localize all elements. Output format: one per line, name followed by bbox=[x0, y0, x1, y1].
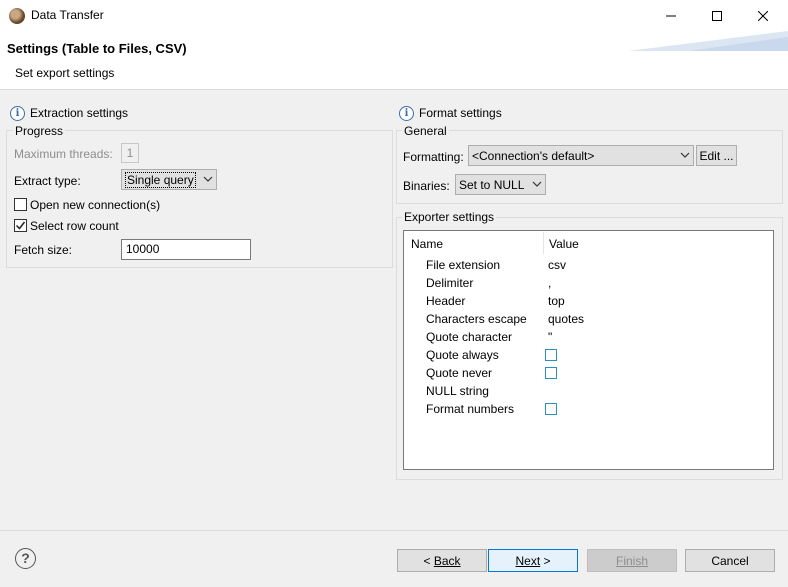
table-row[interactable]: Characters escape quotes bbox=[404, 312, 773, 330]
extract-type-label: Extract type: bbox=[14, 174, 81, 188]
open-new-connection-label: Open new connection(s) bbox=[30, 198, 161, 212]
max-threads-label: Maximum threads: bbox=[14, 147, 113, 161]
progress-group-label: Progress bbox=[13, 124, 66, 138]
page-subtitle: Set export settings bbox=[15, 66, 115, 80]
maximize-button[interactable] bbox=[694, 0, 740, 31]
help-button[interactable]: ? bbox=[15, 548, 36, 569]
next-button[interactable]: Next > bbox=[488, 549, 578, 572]
binaries-label: Binaries: bbox=[403, 179, 450, 193]
property-name: NULL string bbox=[426, 384, 489, 398]
exporter-properties-table[interactable]: Name Value File extension csv Delimiter … bbox=[403, 230, 774, 470]
property-value: " bbox=[548, 330, 553, 344]
edit-button[interactable]: Edit ... bbox=[696, 145, 737, 166]
next-suffix: > bbox=[540, 553, 551, 568]
property-value: , bbox=[548, 276, 552, 290]
property-name: Header bbox=[426, 294, 466, 308]
quote-never-checkbox[interactable] bbox=[545, 367, 557, 379]
cancel-button[interactable]: Cancel bbox=[685, 549, 775, 572]
info-icon: i bbox=[10, 106, 25, 121]
table-row[interactable]: Format numbers bbox=[404, 402, 773, 420]
property-name: Quote character bbox=[426, 330, 513, 344]
binaries-value: Set to NULL bbox=[459, 177, 525, 192]
extract-type-select[interactable]: Single query bbox=[121, 169, 217, 190]
property-name: Delimiter bbox=[426, 276, 474, 290]
format-numbers-checkbox[interactable] bbox=[545, 403, 557, 415]
quote-always-checkbox[interactable] bbox=[545, 349, 557, 361]
property-value: csv bbox=[548, 258, 566, 272]
formatting-select[interactable]: <Connection's default> bbox=[468, 145, 694, 166]
chevron-down-icon bbox=[532, 181, 542, 187]
formatting-value: <Connection's default> bbox=[472, 148, 595, 163]
property-name: Characters escape bbox=[426, 312, 527, 326]
select-row-count-checkbox[interactable] bbox=[14, 219, 27, 232]
app-icon bbox=[9, 8, 25, 24]
close-icon bbox=[758, 10, 768, 21]
chevron-down-icon bbox=[680, 152, 690, 158]
minimize-icon bbox=[666, 15, 676, 16]
maximize-icon bbox=[712, 10, 722, 21]
property-value: quotes bbox=[548, 312, 585, 326]
column-header-value[interactable]: Value bbox=[549, 237, 579, 251]
info-icon: i bbox=[399, 106, 414, 121]
general-group-label: General bbox=[402, 124, 449, 138]
minimize-button[interactable] bbox=[648, 0, 694, 31]
wizard-header: Settings (Table to Files, CSV) Set expor… bbox=[0, 31, 788, 90]
title-bar: Data Transfer bbox=[0, 0, 788, 31]
table-row[interactable]: File extension csv bbox=[404, 258, 773, 276]
column-header-name[interactable]: Name bbox=[411, 237, 443, 251]
table-row[interactable]: NULL string bbox=[404, 384, 773, 402]
table-row[interactable]: Header top bbox=[404, 294, 773, 312]
table-row[interactable]: Quote never bbox=[404, 366, 773, 384]
property-value: top bbox=[548, 294, 565, 308]
table-row[interactable]: Quote character " bbox=[404, 330, 773, 348]
fetch-size-input[interactable]: 10000 bbox=[121, 239, 251, 260]
extraction-settings-title: Extraction settings bbox=[30, 106, 129, 120]
binaries-select[interactable]: Set to NULL bbox=[455, 174, 546, 195]
window-title: Data Transfer bbox=[31, 8, 104, 22]
table-row[interactable]: Delimiter , bbox=[404, 276, 773, 294]
format-settings-title: Format settings bbox=[419, 106, 502, 120]
page-title: Settings (Table to Files, CSV) bbox=[7, 41, 187, 56]
back-prefix: < bbox=[423, 553, 434, 568]
exporter-settings-label: Exporter settings bbox=[402, 210, 497, 224]
column-divider bbox=[543, 232, 544, 254]
property-name: Quote never bbox=[426, 366, 493, 380]
open-new-connection-checkbox[interactable] bbox=[14, 198, 27, 211]
header-decoration bbox=[628, 31, 788, 51]
fetch-size-label: Fetch size: bbox=[14, 243, 73, 257]
close-button[interactable] bbox=[740, 0, 786, 31]
chevron-down-icon bbox=[203, 176, 213, 182]
table-row[interactable]: Quote always bbox=[404, 348, 773, 366]
formatting-label: Formatting: bbox=[403, 150, 464, 164]
checkmark-icon bbox=[15, 221, 26, 230]
property-name: File extension bbox=[426, 258, 501, 272]
property-name: Quote always bbox=[426, 348, 499, 362]
max-threads-spinner[interactable]: 1 bbox=[121, 143, 139, 163]
property-name: Format numbers bbox=[426, 402, 515, 416]
back-label: Back bbox=[433, 553, 461, 568]
finish-label: Finish bbox=[615, 553, 648, 568]
help-icon: ? bbox=[21, 550, 30, 566]
footer-divider bbox=[0, 530, 788, 531]
select-row-count-label: Select row count bbox=[30, 219, 119, 233]
back-button[interactable]: < Back bbox=[397, 549, 487, 572]
extract-type-value: Single query bbox=[125, 171, 196, 188]
finish-button[interactable]: Finish bbox=[587, 549, 677, 572]
next-label: Next bbox=[515, 553, 541, 568]
